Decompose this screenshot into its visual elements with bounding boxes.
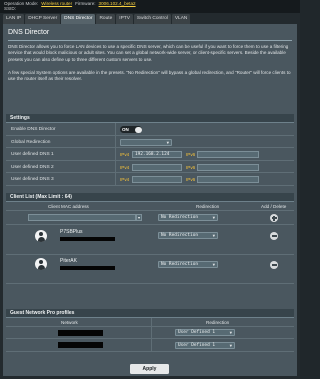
device-icon: [35, 230, 47, 242]
client-mac-dropdown[interactable]: ▼: [136, 214, 142, 221]
dns3-ipv6-input[interactable]: [197, 176, 259, 183]
tab-iptv[interactable]: IPTV: [116, 14, 133, 24]
chevron-down-icon: ▼: [229, 330, 232, 335]
dns1-ipv6-input[interactable]: [197, 151, 259, 158]
client-redirection-select[interactable]: No Redirection ▼: [158, 232, 218, 239]
dns3-ipv4-input[interactable]: [132, 176, 182, 183]
global-redirection-label: Global Redirection: [11, 140, 51, 145]
chevron-down-icon: ▼: [137, 216, 141, 220]
device-icon: [35, 258, 47, 270]
dns3-ipv4-label: IPv4: [120, 177, 130, 182]
redacted-mac: [60, 266, 115, 270]
delete-client-button[interactable]: [270, 261, 278, 269]
col-redirection: Redirection: [196, 204, 220, 209]
client-row: [6, 225, 294, 255]
firmware-value[interactable]: 3006.102.4_beta2: [99, 1, 136, 7]
top-info-bar: Operation Mode: Wireless router Firmware…: [0, 0, 300, 13]
enable-dns-director-toggle[interactable]: ON: [120, 126, 142, 133]
client-redirection-value: No Redirection: [161, 233, 199, 238]
add-client-button[interactable]: [270, 214, 278, 222]
main-panel: DNS Director DNS Director allows you to …: [3, 24, 297, 376]
col-client-mac: Client MAC address: [48, 204, 89, 209]
tab-vlan[interactable]: VLAN: [171, 14, 191, 24]
tab-dhcp-server[interactable]: DHCP Server: [25, 14, 61, 24]
delete-client-button[interactable]: [270, 232, 278, 240]
redacted-network-name: [58, 330, 103, 336]
client-redirection-select[interactable]: No Redirection ▼: [158, 261, 218, 268]
guest-network-section-header: Guest Network Pro profiles: [6, 309, 294, 318]
tab-dns-director[interactable]: DNS Director: [61, 14, 96, 24]
apply-button[interactable]: Apply: [130, 364, 169, 374]
enable-dns-director-label: Enable DNS Director: [11, 127, 56, 132]
dns2-ipv4-input[interactable]: [132, 164, 182, 171]
tab-bar: LAN IP DHCP Server DNS Director Route IP…: [3, 14, 191, 24]
dns1-ipv4-input[interactable]: 192.168.2.124: [132, 151, 182, 158]
client-mac-input[interactable]: [28, 214, 136, 221]
dns1-ipv6-label: IPv6: [186, 152, 196, 157]
client-new-redirection-value: No Redirection: [161, 215, 199, 220]
redacted-network-name: [58, 342, 103, 348]
client-name: P7SBPlus: [60, 229, 83, 235]
settings-section-header: Settings: [6, 114, 294, 123]
col-guest-redirection: Redirection: [206, 320, 230, 325]
guest-column-headers: Network Redirection: [6, 318, 294, 327]
dns2-ipv6-input[interactable]: [197, 164, 259, 171]
dns1-ipv4-label: IPv4: [120, 152, 130, 157]
dns2-ipv4-label: IPv4: [120, 165, 130, 170]
redacted-mac: [60, 237, 115, 241]
tab-route[interactable]: Route: [96, 14, 116, 24]
dns1-label: User defined DNS 1: [11, 152, 54, 157]
ssid-label: SSID:: [4, 6, 16, 11]
toggle-knob: [134, 126, 142, 133]
guest-row: [6, 327, 294, 339]
client-new-redirection-select[interactable]: No Redirection ▼: [158, 214, 218, 221]
guest-redirection-select[interactable]: User Defined 1 ▼: [175, 342, 235, 349]
toggle-state-text: ON: [122, 126, 129, 132]
client-row: [6, 255, 294, 284]
chevron-down-icon: ▼: [212, 215, 215, 220]
operation-mode-value[interactable]: Wireless router: [41, 1, 72, 7]
global-redirection-select[interactable]: ▼: [120, 139, 172, 146]
firmware-label: Firmware:: [75, 1, 96, 6]
tab-lan-ip[interactable]: LAN IP: [3, 14, 25, 24]
client-name: PiterAK: [60, 258, 77, 264]
dns3-label: User defined DNS 3: [11, 177, 54, 182]
col-network: Network: [61, 320, 78, 325]
guest-redirection-value: User Defined 1: [178, 343, 216, 348]
client-list-column-headers: Client MAC address Redirection Add / Del…: [6, 202, 294, 211]
chevron-down-icon: ▼: [212, 233, 215, 238]
client-list-section-header: Client List (Max Limit : 64): [6, 193, 294, 202]
guest-row: [6, 339, 294, 352]
page-title: DNS Director: [8, 29, 50, 36]
tab-switch-control[interactable]: Switch Control: [133, 14, 171, 24]
chevron-down-icon: ▼: [229, 343, 232, 348]
dns2-ipv6-label: IPv6: [186, 165, 196, 170]
chevron-down-icon: ▼: [166, 140, 169, 145]
description: DNS Director allows you to force LAN dev…: [8, 44, 292, 82]
col-add-delete: Add / Delete: [261, 204, 287, 209]
guest-redirection-select[interactable]: User Defined 1 ▼: [175, 329, 235, 336]
dns3-ipv6-label: IPv6: [186, 177, 196, 182]
guest-redirection-value: User Defined 1: [178, 330, 216, 335]
page: Operation Mode: Wireless router Firmware…: [0, 0, 300, 379]
client-redirection-value: No Redirection: [161, 262, 199, 267]
description-paragraph-2: A few special System options are availab…: [8, 69, 291, 82]
dns2-label: User defined DNS 2: [11, 165, 54, 170]
title-divider: [8, 40, 292, 41]
description-paragraph-1: DNS Director allows you to force LAN dev…: [8, 44, 289, 62]
chevron-down-icon: ▼: [212, 262, 215, 267]
